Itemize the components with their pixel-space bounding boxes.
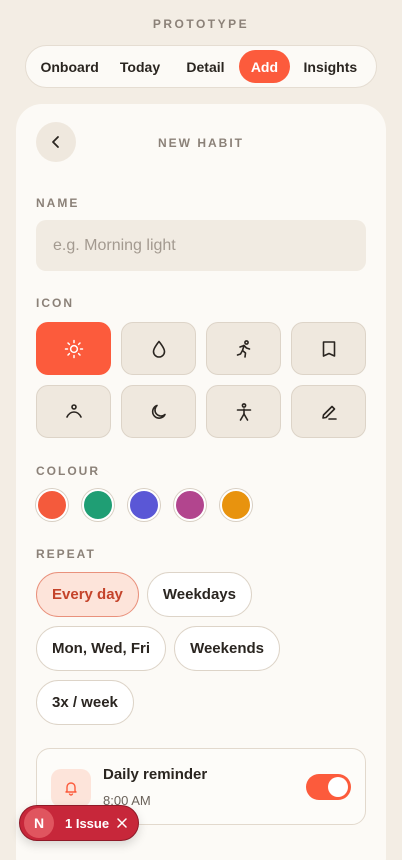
colour-swatch-indigo[interactable] [128, 489, 160, 521]
repeat-label: REPEAT [36, 547, 96, 561]
issues-badge[interactable]: N 1 Issue [19, 805, 139, 841]
tab-detail[interactable]: Detail [172, 50, 239, 83]
name-label: NAME [36, 196, 80, 210]
stretch-icon [236, 402, 251, 421]
new-habit-card: NEW HABIT NAME ICON [16, 104, 386, 860]
close-icon[interactable] [117, 818, 127, 828]
repeat-option-weekdays[interactable]: Weekdays [146, 572, 252, 617]
pen-icon [321, 405, 337, 420]
colour-swatch-amber[interactable] [220, 489, 252, 521]
icon-option-run[interactable] [206, 322, 281, 375]
repeat-options: Every day Weekdays Mon, Wed, Fri Weekend… [36, 572, 376, 725]
icon-option-stretch[interactable] [206, 385, 281, 438]
tab-insights[interactable]: Insights [290, 50, 371, 83]
toggle-knob [328, 777, 348, 797]
sun-icon [64, 339, 83, 358]
reminder-title: Daily reminder [103, 766, 208, 783]
repeat-option-every-day[interactable]: Every day [36, 572, 139, 617]
icon-picker [36, 322, 366, 438]
issue-count: 1 Issue [65, 815, 110, 831]
prototype-tabbar: Onboard Today Detail Add Insights [25, 45, 377, 88]
reminder-toggle[interactable] [306, 774, 351, 800]
running-icon [236, 339, 250, 358]
book-icon [322, 340, 335, 357]
repeat-option-3x-week[interactable]: 3x / week [36, 680, 134, 725]
icon-option-book[interactable] [291, 322, 366, 375]
moon-icon [151, 404, 166, 419]
repeat-option-weekends[interactable]: Weekends [174, 626, 280, 671]
colour-swatch-magenta[interactable] [174, 489, 206, 521]
prototype-label: PROTOTYPE [152, 17, 250, 31]
colour-swatch-red[interactable] [36, 489, 68, 521]
icon-label: ICON [36, 296, 74, 310]
bell-icon [65, 782, 77, 796]
colour-label: COLOUR [36, 464, 100, 478]
droplet-icon [152, 340, 165, 358]
icon-option-moon[interactable] [121, 385, 196, 438]
icon-option-meditate[interactable] [36, 385, 111, 438]
n-logo-icon: N [24, 808, 54, 838]
icon-option-write[interactable] [291, 385, 366, 438]
page-title: NEW HABIT [158, 136, 244, 150]
tab-onboard[interactable]: Onboard [31, 50, 108, 83]
meditate-icon [65, 403, 82, 418]
tab-add[interactable]: Add [239, 50, 290, 83]
tab-today[interactable]: Today [108, 50, 171, 83]
icon-option-water[interactable] [121, 322, 196, 375]
icon-option-sun[interactable] [36, 322, 111, 375]
repeat-option-mon-wed-fri[interactable]: Mon, Wed, Fri [36, 626, 167, 671]
colour-picker [36, 489, 252, 521]
habit-name-input[interactable] [36, 220, 366, 271]
colour-swatch-green[interactable] [82, 489, 114, 521]
reminder-icon-box [51, 769, 91, 807]
